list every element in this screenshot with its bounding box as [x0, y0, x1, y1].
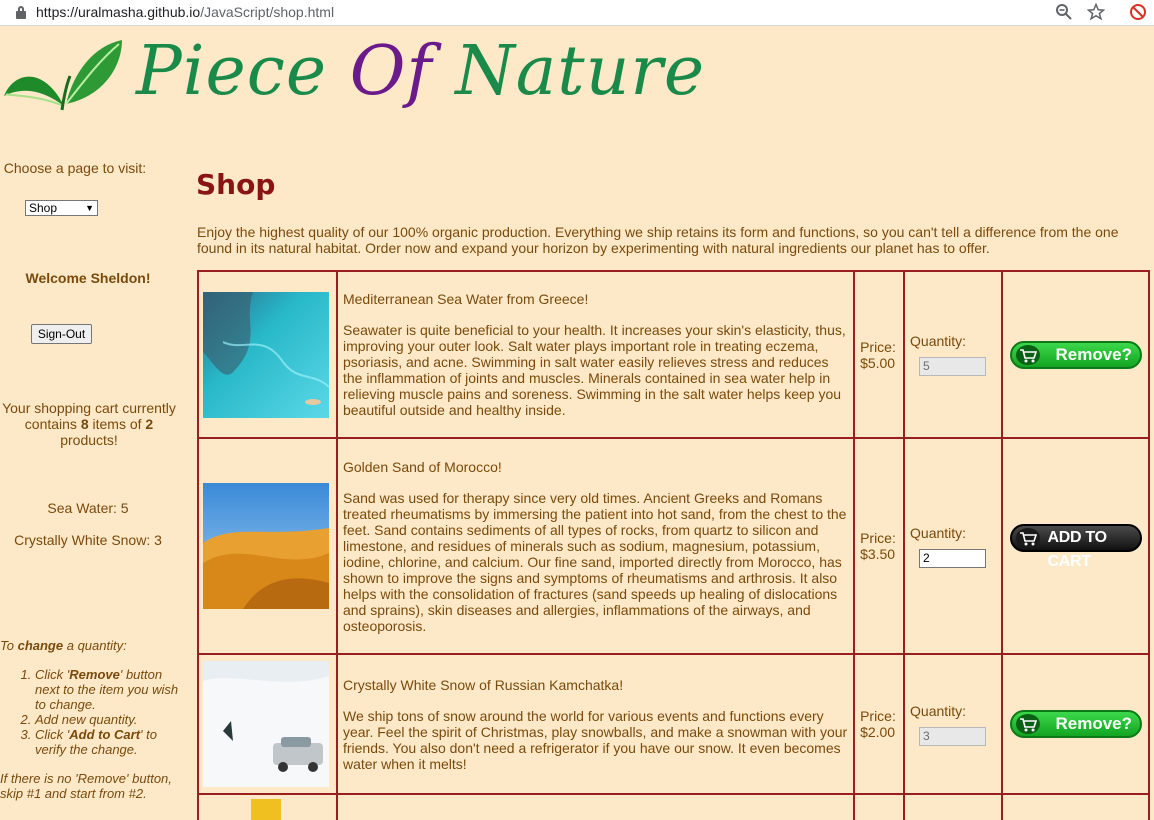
- cart-text: items of: [88, 416, 146, 432]
- browser-address-bar[interactable]: https://uralmasha.github.io/JavaScript/s…: [0, 0, 1154, 26]
- product-action-cell: Remove?: [1001, 653, 1150, 795]
- product-quantity-cell: Quantity: 5: [903, 270, 1003, 439]
- page-select-value: Shop: [29, 201, 58, 215]
- url-field[interactable]: https://uralmasha.github.io/JavaScript/s…: [36, 4, 334, 20]
- howto-step: Click 'Add to Cart' to verify the change…: [35, 727, 180, 757]
- product-price-cell: Price: $5.00: [853, 270, 906, 439]
- add-to-cart-label: ADD TO CART: [1047, 528, 1108, 570]
- product-description: Seawater is quite beneficial to your hea…: [342, 322, 846, 418]
- cart-icon: [1015, 344, 1040, 365]
- url-host: https://uralmasha.github.io: [36, 4, 201, 20]
- howto-intro: To change a quantity:: [0, 638, 127, 653]
- sand-image: [203, 483, 329, 609]
- howto-step: Add new quantity.: [35, 712, 180, 727]
- cart-icon: [1015, 714, 1040, 734]
- quantity-label: Quantity:: [910, 702, 967, 719]
- snow-image: [203, 661, 329, 787]
- sea-water-image: [203, 291, 329, 418]
- product-action-cell: [1001, 793, 1150, 820]
- product-description-cell: [335, 793, 856, 820]
- table-row: [197, 793, 1150, 820]
- product-name: Crystally White Snow of Russian Kamchatk…: [342, 676, 624, 693]
- leaf-logo-icon: [4, 36, 124, 112]
- quantity-input[interactable]: 2: [919, 548, 987, 568]
- cart-item-count: 8: [80, 416, 89, 432]
- brand-title: Piece Of Nature: [136, 30, 705, 114]
- table-row: Mediterranean Sea Water from Greece! Sea…: [197, 270, 1150, 439]
- cart-list-item: Crystally White Snow: 3: [14, 532, 162, 548]
- product-name: Golden Sand of Morocco!: [342, 458, 502, 475]
- product-description-cell: Mediterranean Sea Water from Greece! Sea…: [335, 270, 856, 439]
- product-price-cell: [853, 793, 906, 820]
- howto-step: Click 'Remove' button next to the item y…: [35, 667, 180, 712]
- product-quantity-cell: Quantity: 2: [903, 437, 1003, 655]
- product-description-cell: Golden Sand of Morocco! Sand was used fo…: [335, 437, 856, 655]
- product-description-cell: Crystally White Snow of Russian Kamchatk…: [335, 653, 856, 795]
- page-select[interactable]: Shop ▼: [25, 200, 98, 216]
- cart-text: products!: [60, 432, 118, 448]
- product-price-cell: Price: $3.50: [853, 437, 906, 655]
- howto-note: If there is no 'Remove' button, skip #1 …: [0, 771, 172, 801]
- remove-button[interactable]: Remove?: [1009, 340, 1142, 369]
- product-quantity-cell: Quantity: 3: [903, 653, 1003, 795]
- product-description: Sand was used for therapy since very old…: [342, 489, 847, 634]
- products-table: Mediterranean Sea Water from Greece! Sea…: [197, 270, 1150, 820]
- table-row: Golden Sand of Morocco! Sand was used fo…: [197, 437, 1150, 655]
- remove-button-label: Remove?: [1055, 344, 1133, 364]
- price-value: $2.00: [860, 724, 896, 740]
- product-name: Mediterranean Sea Water from Greece!: [342, 291, 589, 307]
- cart-icon: [1015, 527, 1040, 548]
- page: Piece Of Nature Choose a page to visit: …: [0, 26, 1154, 820]
- cart-list-item: Sea Water: 5: [47, 500, 129, 516]
- star-icon[interactable]: [1086, 2, 1106, 23]
- remove-button-label: Remove?: [1055, 714, 1133, 733]
- product-action-cell: ADD TO CART: [1001, 437, 1150, 655]
- price-value: $5.00: [860, 354, 896, 371]
- blocked-icon[interactable]: [1128, 3, 1148, 23]
- product-image-cell: [197, 653, 338, 795]
- quantity-input[interactable]: 5: [919, 357, 987, 376]
- brand-piece: Piece: [136, 32, 350, 111]
- howto-steps: Click 'Remove' button next to the item y…: [35, 667, 180, 757]
- product-price-cell: Price: $2.00: [853, 653, 906, 795]
- price-label: Price:: [860, 708, 896, 724]
- quantity-label: Quantity:: [910, 333, 967, 349]
- product-action-cell: Remove?: [1001, 270, 1150, 439]
- brand-of: Of: [349, 32, 433, 111]
- lock-icon: [16, 6, 26, 19]
- zoom-out-icon[interactable]: [1054, 3, 1074, 23]
- product-quantity-cell: [903, 793, 1003, 820]
- product-image-cell: [197, 793, 338, 820]
- product-image-cell: [197, 270, 338, 439]
- howto-instructions: To change a quantity: Click 'Remove' but…: [0, 638, 180, 801]
- cart-product-count: 2: [145, 416, 154, 432]
- quantity-input[interactable]: 3: [919, 726, 987, 746]
- cart-summary: Your shopping cart currently contains 8 …: [0, 400, 178, 448]
- signout-button[interactable]: Sign-Out: [31, 324, 92, 344]
- brand-nature: Nature: [432, 32, 706, 111]
- table-row: Crystally White Snow of Russian Kamchatk…: [197, 653, 1150, 795]
- quantity-label: Quantity:: [910, 524, 967, 541]
- add-to-cart-button[interactable]: ADD TO CART: [1009, 523, 1142, 570]
- dropdown-arrow-icon: ▼: [85, 203, 94, 213]
- product-description: We ship tons of snow around the world fo…: [342, 707, 848, 772]
- shop-intro: Enjoy the highest quality of our 100% or…: [197, 224, 1119, 256]
- price-label: Price:: [860, 338, 896, 355]
- price-label: Price:: [860, 530, 896, 546]
- product-image-partial: [251, 799, 281, 820]
- url-path: /JavaScript/shop.html: [200, 4, 335, 20]
- choose-page-label: Choose a page to visit:: [3, 160, 147, 176]
- price-value: $3.50: [860, 546, 896, 562]
- page-title: Shop: [196, 168, 276, 201]
- welcome-message: Welcome Sheldon!: [25, 270, 151, 286]
- product-image-cell: [197, 437, 338, 655]
- remove-button[interactable]: Remove?: [1009, 710, 1142, 738]
